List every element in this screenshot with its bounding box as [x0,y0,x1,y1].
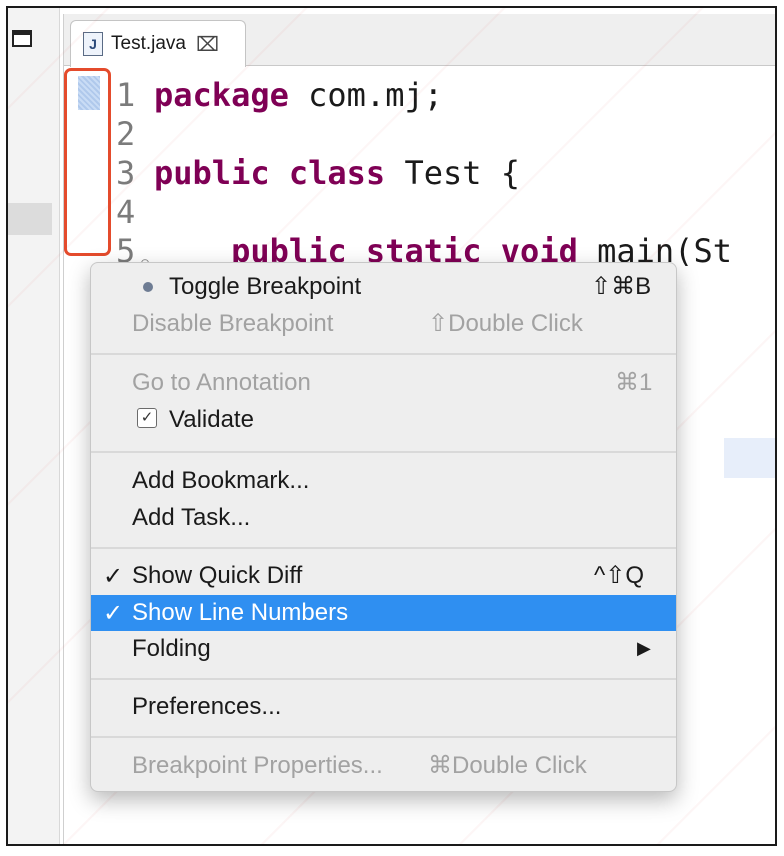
keyword: package [154,76,289,114]
menu-item-add-bookmark[interactable]: Add Bookmark... [91,463,676,499]
menu-item-validate[interactable]: ✓ Validate [91,402,676,438]
code-line: 4 [116,193,775,232]
line-number: 3 [116,154,136,192]
menu-separator [91,736,676,738]
code-area[interactable]: 1 package com.mj; 2 3 public class Test { … [116,76,775,271]
breakpoint-dot-icon [143,282,153,292]
menu-separator [91,547,676,549]
menu-label: Add Task... [132,504,251,531]
code-line: 3 public class Test { [116,154,775,193]
code-line: 1 package com.mj; [116,76,775,115]
tab-title: Test.java [111,33,186,54]
menu-label: Show Line Numbers [132,599,349,626]
menu-separator [91,353,676,355]
menu-item-go-to-annotation[interactable]: Go to Annotation ⌘1 [91,365,676,401]
submenu-arrow-icon: ▶ [637,638,651,659]
current-line-highlight [724,438,775,478]
menu-item-breakpoint-properties[interactable]: Breakpoint Properties... ⌘Double Click [91,748,676,784]
menu-item-show-quick-diff[interactable]: ✓ Show Quick Diff ^⇧Q [91,558,676,594]
checkmark-icon: ✓ [103,562,124,590]
menu-shortcut: ^⇧Q [594,562,645,589]
menu-label: Add Bookmark... [132,467,310,494]
menu-label: Show Quick Diff [132,562,303,589]
menu-label: Preferences... [132,693,282,720]
ruler-highlight-box [64,68,111,256]
line-number: 4 [116,193,136,231]
menu-label: Go to Annotation [132,369,311,396]
menu-shortcut: ⌘Double Click [428,752,587,779]
menu-separator [91,451,676,453]
menu-label: Validate [169,406,254,433]
ruler-context-menu: Toggle Breakpoint ⇧⌘B Disable Breakpoint… [90,262,677,792]
editor-tabbar: J Test.java ⌧ [64,14,775,67]
menu-shortcut: ⇧⌘B [591,273,652,300]
menu-separator [91,678,676,680]
menu-label: Folding [132,635,211,662]
menu-item-toggle-breakpoint[interactable]: Toggle Breakpoint ⇧⌘B [91,269,676,305]
menu-item-add-task[interactable]: Add Task... [91,500,676,536]
menu-label: Disable Breakpoint [132,310,334,337]
menu-item-disable-breakpoint[interactable]: Disable Breakpoint ⇧Double Click [91,306,676,342]
left-panel [8,8,60,844]
menu-label: Toggle Breakpoint [169,273,362,300]
restore-view-icon[interactable] [12,30,32,47]
code-line: 2 [116,115,775,154]
menu-item-preferences[interactable]: Preferences... [91,689,676,725]
menu-item-folding[interactable]: Folding ▶ [91,631,676,667]
menu-item-show-line-numbers[interactable]: ✓ Show Line Numbers [91,595,676,631]
left-panel-selected-row[interactable] [8,203,52,235]
close-tab-icon[interactable]: ⌧ [196,32,219,56]
line-number: 1 [116,76,136,114]
menu-shortcut: ⇧Double Click [428,310,583,337]
menu-label: Breakpoint Properties... [132,752,383,779]
tab-test-java[interactable]: J Test.java ⌧ [70,20,246,67]
code-text: Test { [385,154,521,192]
java-file-icon: J [83,32,103,56]
checkmark-icon: ✓ [103,599,124,627]
menu-shortcut: ⌘1 [615,369,653,396]
keyword: public class [154,154,386,192]
validate-checkbox[interactable]: ✓ [137,408,157,428]
line-number: 2 [116,115,136,153]
code-text: com.mj; [288,76,443,114]
